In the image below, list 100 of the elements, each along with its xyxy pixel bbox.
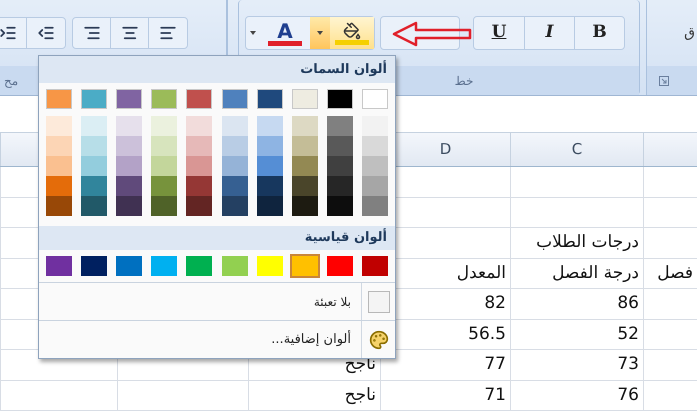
color-swatch[interactable]: [292, 256, 318, 276]
table-cell: 86: [510, 289, 643, 318]
color-swatch[interactable]: [326, 136, 353, 156]
color-swatch[interactable]: [151, 176, 178, 196]
color-swatch[interactable]: [116, 196, 142, 216]
color-swatch[interactable]: [222, 176, 248, 196]
group-label: خط: [454, 72, 474, 90]
no-fill-item[interactable]: بلا تعبئة: [39, 283, 361, 320]
color-swatch[interactable]: [222, 136, 248, 156]
color-swatch[interactable]: [151, 136, 178, 156]
table-cell: 76: [510, 380, 643, 410]
color-swatch[interactable]: [326, 116, 353, 136]
color-swatch[interactable]: [362, 136, 388, 156]
indent-decrease-icon: [37, 24, 55, 42]
color-swatch[interactable]: [46, 89, 72, 109]
color-swatch[interactable]: [362, 256, 388, 276]
color-swatch[interactable]: [186, 176, 212, 196]
palette-icon: [368, 330, 388, 350]
indent-increase-icon: [0, 24, 16, 42]
table-cell: درجات الطلاب: [510, 228, 643, 258]
color-swatch[interactable]: [81, 256, 108, 276]
dialog-launcher-icon[interactable]: [659, 76, 669, 86]
color-swatch[interactable]: [116, 116, 142, 136]
color-swatch[interactable]: [81, 89, 108, 109]
column-header[interactable]: C: [510, 133, 643, 166]
color-swatch[interactable]: [81, 136, 108, 156]
color-swatch[interactable]: [186, 89, 212, 109]
color-swatch[interactable]: [222, 89, 248, 109]
color-swatch[interactable]: [222, 256, 248, 276]
font-color-button[interactable]: A: [260, 17, 310, 49]
color-swatch[interactable]: [116, 256, 142, 276]
color-swatch[interactable]: [46, 196, 72, 216]
color-swatch[interactable]: [186, 196, 212, 216]
color-swatch[interactable]: [256, 116, 283, 136]
color-swatch[interactable]: [151, 116, 178, 136]
color-swatch[interactable]: [151, 196, 178, 216]
align-center-icon: [120, 24, 138, 42]
color-swatch[interactable]: [46, 156, 72, 176]
color-swatch[interactable]: [46, 176, 72, 196]
color-swatch[interactable]: [116, 89, 142, 109]
color-swatch[interactable]: [256, 89, 283, 109]
group-label: مح: [4, 72, 18, 90]
color-swatch[interactable]: [292, 116, 318, 136]
color-swatch[interactable]: [81, 176, 108, 196]
color-swatch[interactable]: [46, 136, 72, 156]
color-swatch[interactable]: [222, 116, 248, 136]
color-swatch[interactable]: [326, 156, 353, 176]
table-cell: 52: [510, 320, 643, 349]
color-swatch[interactable]: [362, 89, 388, 109]
color-swatch[interactable]: [222, 196, 248, 216]
color-swatch[interactable]: [186, 136, 212, 156]
color-swatch[interactable]: [46, 256, 72, 276]
color-swatch[interactable]: [186, 156, 212, 176]
color-swatch[interactable]: [151, 256, 178, 276]
menu-section-header: ألوان السمات: [39, 56, 395, 83]
group-text: ق: [684, 24, 695, 42]
table-cell: درجة الفصل: [510, 258, 643, 288]
color-swatch[interactable]: [292, 89, 318, 109]
caret-icon: [317, 31, 323, 35]
color-swatch[interactable]: [81, 196, 108, 216]
text-style-button[interactable]: U: [474, 17, 524, 49]
color-swatch[interactable]: [256, 156, 283, 176]
color-swatch[interactable]: [326, 89, 353, 109]
text-style-button[interactable]: I: [524, 17, 574, 49]
color-swatch[interactable]: [326, 256, 353, 276]
color-swatch[interactable]: [292, 156, 318, 176]
color-swatch[interactable]: [81, 116, 108, 136]
color-swatch[interactable]: [186, 116, 212, 136]
caret-icon: [250, 31, 256, 35]
color-swatch[interactable]: [116, 156, 142, 176]
color-swatch[interactable]: [116, 136, 142, 156]
color-swatch[interactable]: [256, 176, 283, 196]
text-style-button[interactable]: B: [574, 17, 624, 49]
color-swatch[interactable]: [362, 196, 388, 216]
color-swatch[interactable]: [222, 156, 248, 176]
fill-color-dropdown[interactable]: [310, 17, 330, 49]
color-swatch[interactable]: [116, 176, 142, 196]
color-swatch[interactable]: [292, 136, 318, 156]
color-swatch[interactable]: [292, 196, 318, 216]
color-swatch[interactable]: [326, 196, 353, 216]
color-swatch[interactable]: [256, 196, 283, 216]
indent-increase-button[interactable]: [0, 18, 27, 48]
table-cell: ناجح: [248, 380, 380, 410]
color-swatch[interactable]: [256, 136, 283, 156]
color-swatch[interactable]: [151, 156, 178, 176]
color-swatch[interactable]: [46, 116, 72, 136]
color-swatch[interactable]: [256, 256, 283, 276]
color-swatch[interactable]: [362, 116, 388, 136]
color-swatch[interactable]: [362, 156, 388, 176]
table-cell: 73: [510, 350, 643, 380]
color-swatch[interactable]: [186, 256, 212, 276]
color-swatch[interactable]: [81, 156, 108, 176]
color-swatch[interactable]: [292, 176, 318, 196]
align-right-icon: [82, 24, 100, 42]
color-swatch[interactable]: [362, 176, 388, 196]
fill-color-button[interactable]: [330, 17, 374, 49]
align-left-icon: [159, 24, 177, 42]
menu-section-header: ألوان قياسية: [39, 226, 395, 250]
color-swatch[interactable]: [151, 89, 178, 109]
color-swatch[interactable]: [326, 176, 353, 196]
